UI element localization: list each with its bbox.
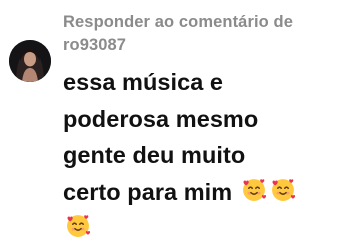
comment-line: poderosa mesmo <box>63 105 259 132</box>
smiling-face-with-hearts-icon <box>269 176 297 204</box>
reply-to-label: Responder ao comentário de <box>63 13 293 31</box>
smiling-face-with-hearts-icon <box>240 176 268 204</box>
reply-to-username[interactable]: ro93087 <box>63 36 126 54</box>
comment-body: essa música e poderosa mesmo gente deu mui… <box>63 64 355 247</box>
reply-comment-card: Responder ao comentário de ro93087 essa m… <box>0 0 357 250</box>
avatar-photo-icon <box>9 40 51 82</box>
comment-line: essa música e <box>63 69 224 95</box>
comment-line: certo para mim <box>63 178 233 205</box>
user-avatar[interactable] <box>9 40 51 82</box>
smiling-face-with-hearts-icon <box>64 212 92 240</box>
reply-to-header: Responder ao comentário de ro93087 <box>63 11 353 57</box>
comment-line: gente deu muito <box>63 142 246 168</box>
